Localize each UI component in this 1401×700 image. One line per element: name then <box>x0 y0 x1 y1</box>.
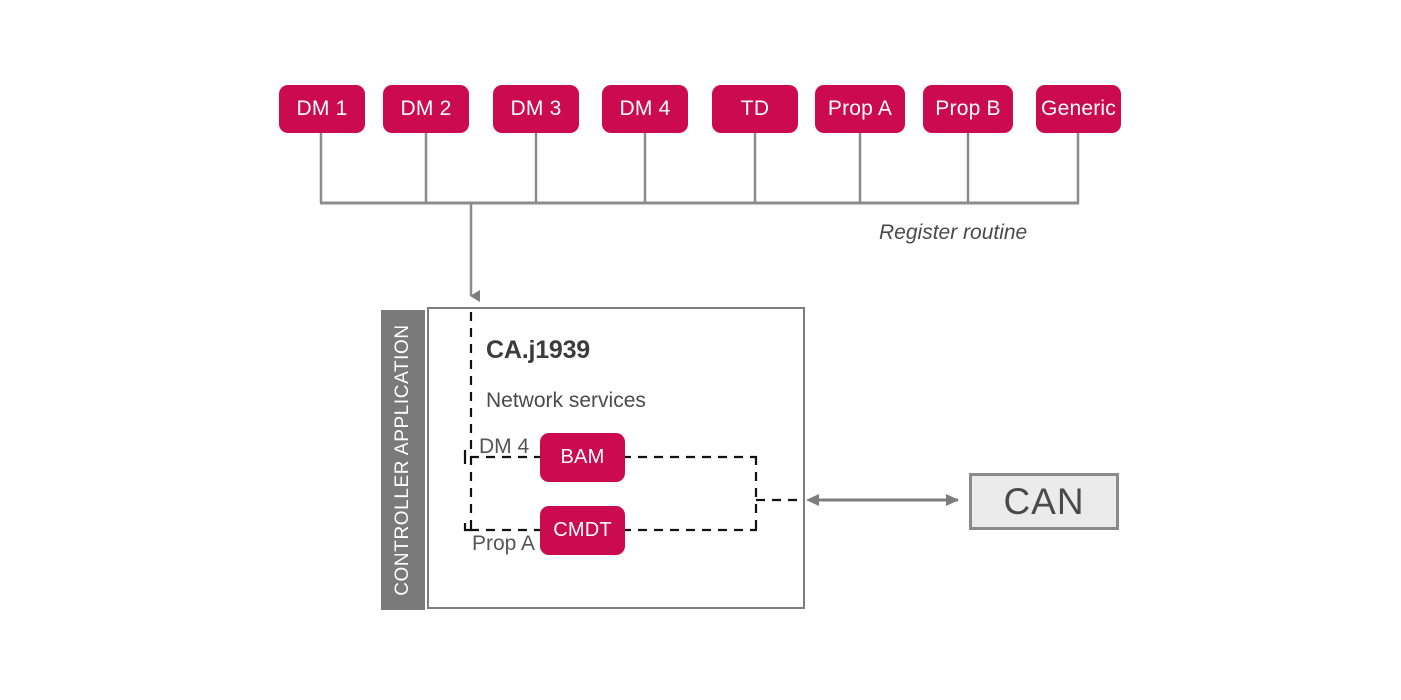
register-node-dm1[interactable]: DM 1 <box>279 85 365 133</box>
register-node-label: Prop B <box>935 97 1001 120</box>
ca-j1939-title: CA.j1939 <box>486 336 591 364</box>
register-node-dm2[interactable]: DM 2 <box>383 85 469 133</box>
branch-label-prop-a: Prop A <box>472 532 536 555</box>
network-services-subtitle: Network services <box>486 389 646 412</box>
register-node-td[interactable]: TD <box>712 85 798 133</box>
register-node-dm4[interactable]: DM 4 <box>602 85 688 133</box>
service-node-cmdt[interactable]: CMDT <box>540 506 625 555</box>
register-node-label: DM 1 <box>296 97 348 120</box>
register-node-generic[interactable]: Generic <box>1036 85 1121 133</box>
can-bus-label: CAN <box>1003 480 1085 522</box>
service-node-bam[interactable]: BAM <box>540 433 625 482</box>
service-node-label: BAM <box>560 446 605 468</box>
register-node-label: DM 4 <box>619 97 671 120</box>
register-stubs <box>319 133 1080 203</box>
diagram-canvas: DM 1 DM 2 DM 3 DM 4 TD Prop A Prop B Gen… <box>0 0 1401 700</box>
register-node-label: TD <box>740 97 770 120</box>
controller-application-band: CONTROLLER APPLICATION <box>381 310 425 610</box>
register-node-label: DM 3 <box>510 97 562 120</box>
register-node-label: DM 2 <box>400 97 452 120</box>
can-bus-box[interactable]: CAN <box>969 473 1119 530</box>
register-node-prop-b[interactable]: Prop B <box>923 85 1013 133</box>
register-node-dm3[interactable]: DM 3 <box>493 85 579 133</box>
register-node-prop-a[interactable]: Prop A <box>815 85 905 133</box>
register-node-label: Generic <box>1041 97 1116 120</box>
controller-application-label: CONTROLLER APPLICATION <box>392 324 413 596</box>
register-node-label: Prop A <box>827 97 893 120</box>
service-node-label: CMDT <box>553 519 612 541</box>
register-routine-caption: Register routine <box>879 221 1028 244</box>
branch-label-dm4: DM 4 <box>479 435 530 458</box>
